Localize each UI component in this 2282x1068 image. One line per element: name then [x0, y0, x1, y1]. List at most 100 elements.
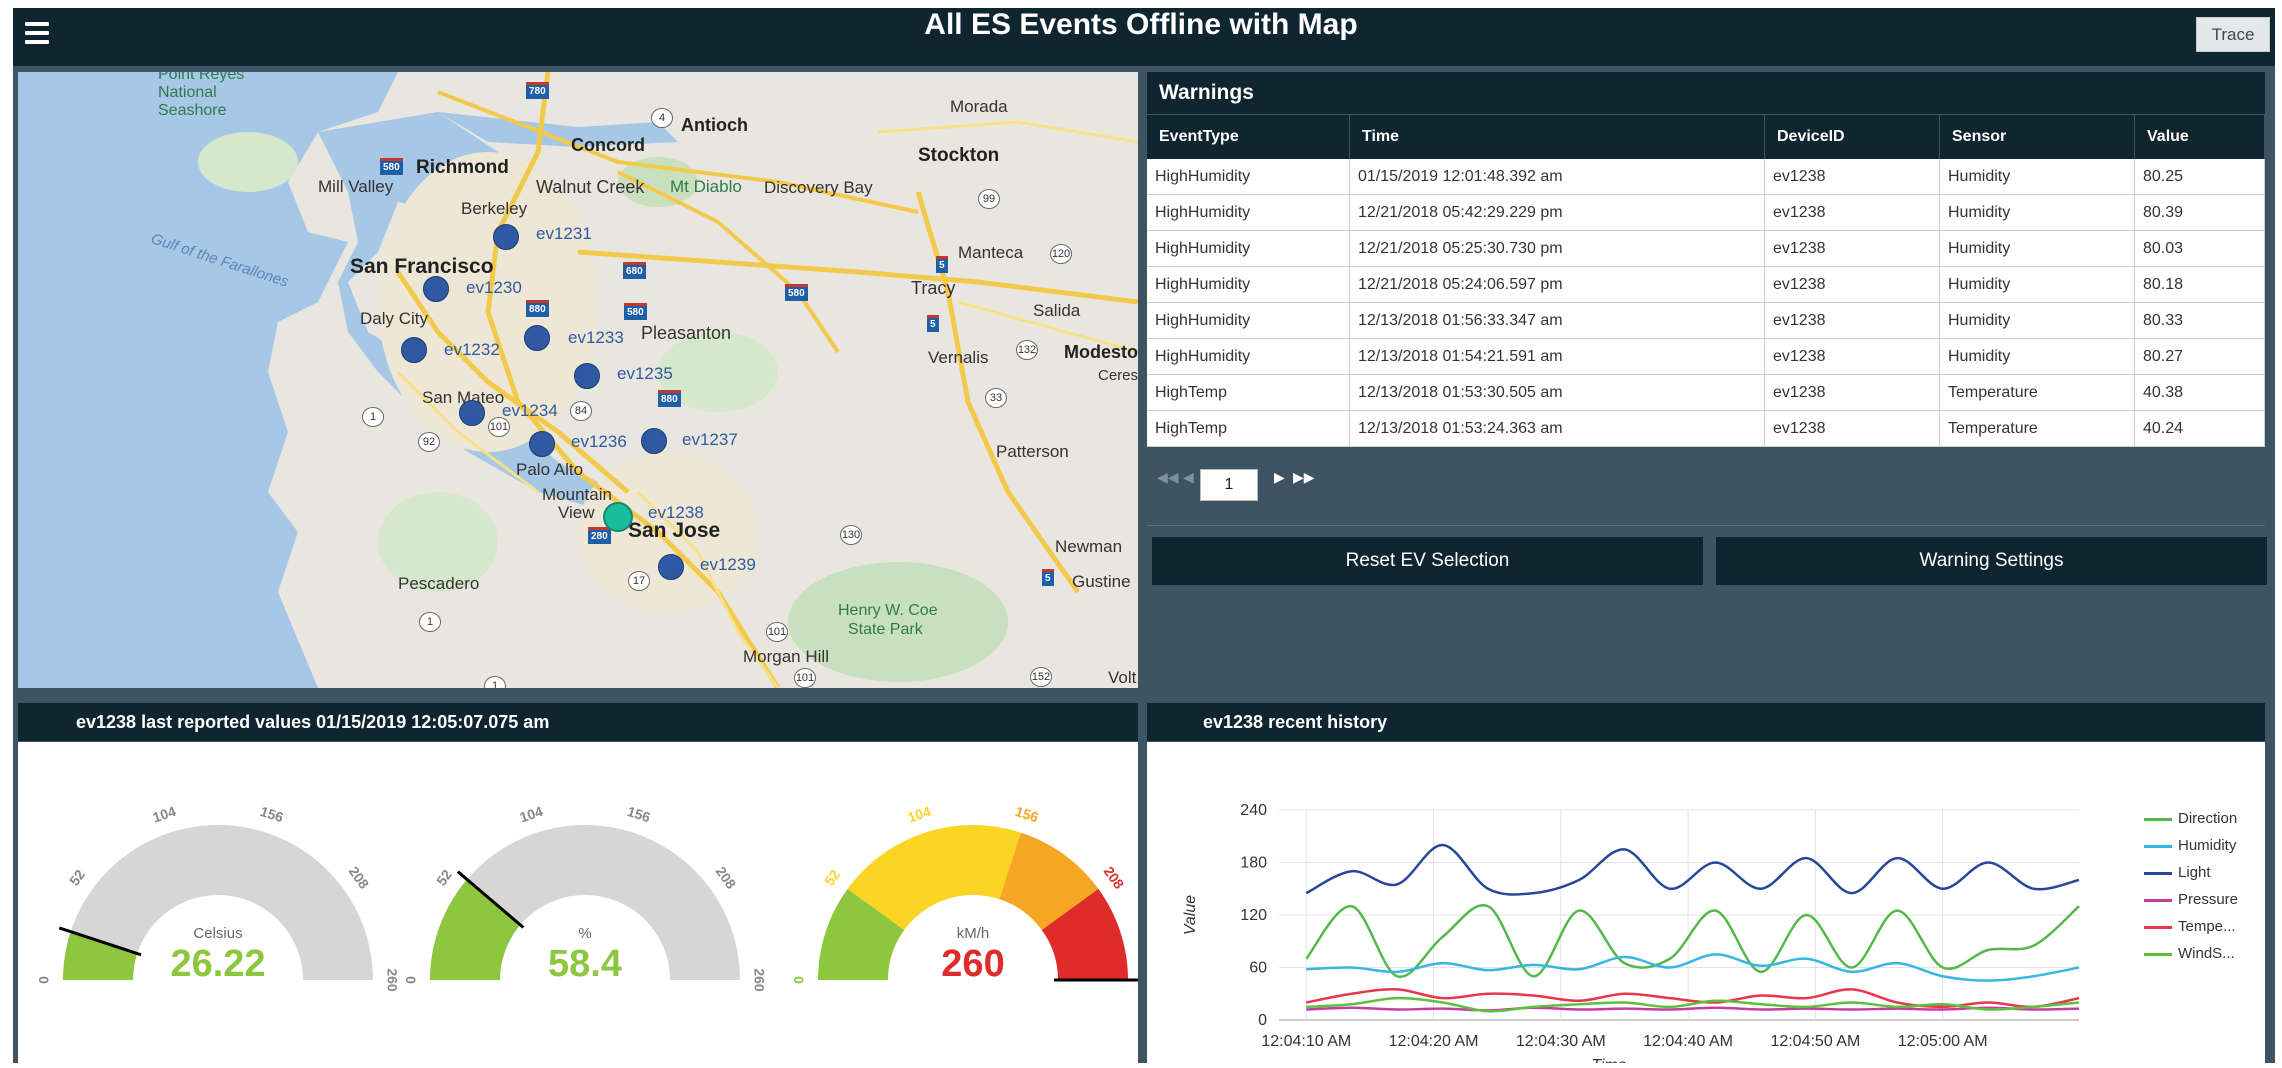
- gauge-tick-label: 0: [791, 976, 807, 984]
- table-cell: 80.27: [2134, 338, 2265, 375]
- gauge-unit-label: %: [578, 925, 591, 942]
- table-row[interactable]: HighTemp 12/13/2018 01:53:30.505 am ev1238…: [1147, 374, 2265, 411]
- table-row[interactable]: HighHumidity 12/13/2018 01:54:21.591 am ev…: [1147, 338, 2265, 375]
- legend-item[interactable]: Tempe...: [2144, 918, 2236, 935]
- map-marker[interactable]: [459, 400, 485, 426]
- table-cell: HighTemp: [1147, 410, 1350, 447]
- map-marker[interactable]: [493, 224, 519, 250]
- next-page-icon[interactable]: ▶: [1274, 469, 1285, 486]
- legend-label: Tempe...: [2178, 918, 2236, 935]
- highway-shield: 880: [526, 300, 549, 317]
- column-header-value[interactable]: Value: [2134, 115, 2265, 159]
- last-page-icon[interactable]: ▶▶: [1293, 469, 1315, 486]
- table-row[interactable]: HighHumidity 12/21/2018 05:25:30.730 pm ev…: [1147, 230, 2265, 267]
- page-number-input[interactable]: 1: [1200, 469, 1258, 501]
- map-marker[interactable]: [529, 431, 555, 457]
- gauge-tick-label: 52: [66, 866, 88, 888]
- gauges-canvas: 0 52 104 156 208 260 Celsius26.22 0 52 104 156 208 2…: [36, 803, 1156, 992]
- highway-shield: 680: [623, 262, 646, 279]
- table-cell: ev1238: [1764, 159, 1940, 195]
- trace-button[interactable]: Trace: [2196, 17, 2270, 52]
- table-row[interactable]: HighHumidity 01/15/2019 12:01:48.392 am ev…: [1147, 159, 2265, 195]
- place-label: Manteca: [958, 243, 1024, 262]
- route-shield: 101: [766, 622, 788, 642]
- table-cell: 12/13/2018 01:53:24.363 am: [1349, 410, 1765, 447]
- map-marker[interactable]: [658, 554, 684, 580]
- highway-shield: 780: [526, 82, 549, 99]
- place-label: Mt Diablo: [670, 177, 742, 196]
- table-cell: ev1238: [1764, 194, 1940, 231]
- series-line-light: [1305, 843, 2080, 896]
- history-chart: 0 60 120 180 240 12:04:10 AM 12:04:20 AM 12:04:…: [1182, 802, 2080, 1068]
- reset-ev-selection-button[interactable]: Reset EV Selection: [1152, 537, 1703, 585]
- gauge-tick-label: 104: [151, 803, 178, 826]
- gauge-tick-label: 0: [36, 976, 52, 984]
- legend-swatch: [2144, 817, 2172, 821]
- table-cell: 12/13/2018 01:53:30.505 am: [1349, 374, 1765, 411]
- gauge-tick-label: 156: [1013, 803, 1040, 826]
- place-label: Vernalis: [928, 348, 989, 367]
- place-label: San Francisco: [350, 255, 494, 278]
- place-label: Richmond: [416, 157, 509, 178]
- table-row[interactable]: HighHumidity 12/21/2018 05:24:06.597 pm ev…: [1147, 266, 2265, 303]
- map-view[interactable]: Point Reyes National Seashore Richmond M…: [18, 72, 1138, 688]
- legend-item[interactable]: Humidity: [2144, 837, 2236, 854]
- table-cell: ev1238: [1764, 374, 1940, 411]
- route-shield: 132: [1016, 340, 1038, 360]
- map-marker[interactable]: [524, 325, 550, 351]
- place-label: Daly City: [360, 309, 429, 328]
- column-header-eventtype[interactable]: EventType: [1147, 115, 1350, 159]
- place-label: Stockton: [918, 145, 1000, 166]
- legend-swatch: [2144, 871, 2172, 875]
- marker-label: ev1231: [536, 224, 592, 243]
- table-cell: 12/13/2018 01:56:33.347 am: [1349, 302, 1765, 339]
- gauge-tick-label: 156: [625, 803, 652, 826]
- gauge-unit-label: Celsius: [193, 925, 242, 942]
- y-axis-label: Value: [1182, 895, 1199, 935]
- map-marker[interactable]: [401, 337, 427, 363]
- place-label: Pescadero: [398, 574, 480, 593]
- highway-shield: 5: [927, 315, 939, 332]
- y-tick-label: 0: [1258, 1012, 1267, 1029]
- table-cell: HighHumidity: [1147, 159, 1350, 195]
- table-row[interactable]: HighTemp 12/13/2018 01:53:24.363 am ev1238…: [1147, 410, 2265, 447]
- table-cell: ev1238: [1764, 230, 1940, 267]
- route-shield: 130: [840, 525, 862, 545]
- place-label: Salida: [1033, 301, 1081, 320]
- gauge-value: 58.4: [548, 943, 622, 985]
- marker-label: ev1234: [502, 401, 558, 420]
- place-label: Modesto: [1064, 342, 1138, 362]
- column-header-sensor[interactable]: Sensor: [1939, 115, 2135, 159]
- legend-item[interactable]: Light: [2144, 864, 2211, 881]
- table-cell: 80.18: [2134, 266, 2265, 303]
- warning-settings-button[interactable]: Warning Settings: [1716, 537, 2267, 585]
- table-cell: HighHumidity: [1147, 266, 1350, 303]
- gauge-tick-label: 156: [258, 803, 285, 826]
- place-label: Newman: [1055, 537, 1123, 556]
- table-row[interactable]: HighHumidity 12/13/2018 01:56:33.347 am ev…: [1147, 302, 2265, 339]
- place-label: Mill Valley: [318, 177, 394, 196]
- divider: [1147, 525, 2265, 526]
- column-header-time[interactable]: Time: [1349, 115, 1765, 159]
- table-cell: 40.24: [2134, 410, 2265, 447]
- legend-item[interactable]: Pressure: [2144, 891, 2238, 908]
- table-cell: HighHumidity: [1147, 230, 1350, 267]
- place-label: Gustine: [1072, 572, 1131, 591]
- map-marker[interactable]: [574, 363, 600, 389]
- column-header-deviceid[interactable]: DeviceID: [1764, 115, 1940, 159]
- table-row[interactable]: HighHumidity 12/21/2018 05:42:29.229 pm ev…: [1147, 194, 2265, 231]
- highway-shield: 880: [658, 390, 681, 407]
- first-page-icon[interactable]: ◀◀: [1157, 469, 1179, 486]
- place-label: Ceres: [1098, 367, 1138, 384]
- legend-item[interactable]: Direction: [2144, 810, 2237, 827]
- marker-label: ev1235: [617, 364, 673, 383]
- selected-map-marker[interactable]: [603, 502, 633, 532]
- table-cell: Humidity: [1939, 230, 2135, 267]
- legend-item[interactable]: WindS...: [2144, 945, 2235, 962]
- map-marker[interactable]: [423, 276, 449, 302]
- prev-page-icon[interactable]: ◀: [1183, 469, 1194, 486]
- map-marker[interactable]: [641, 428, 667, 454]
- y-tick-label: 60: [1249, 960, 1267, 977]
- x-axis-label: Time: [1591, 1057, 1627, 1063]
- route-shield: 120: [1050, 244, 1072, 264]
